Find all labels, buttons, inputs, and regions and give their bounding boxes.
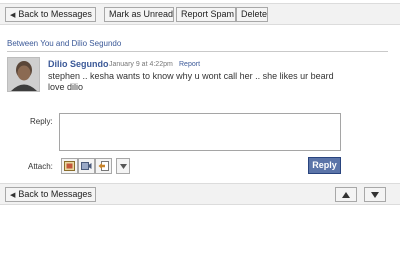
delete-button[interactable]: Delete [236, 7, 268, 22]
back-to-messages-button[interactable]: ◀ Back to Messages [5, 7, 96, 22]
reply-textarea[interactable] [59, 113, 341, 151]
avatar[interactable] [7, 57, 40, 92]
attach-label: Attach: [28, 162, 53, 171]
delete-label: Delete [241, 9, 268, 19]
report-spam-button[interactable]: Report Spam [176, 7, 236, 22]
attach-share-button[interactable] [95, 158, 112, 174]
left-triangle-icon: ◀ [10, 12, 16, 19]
bottom-toolbar: ◀ Back to Messages [0, 183, 400, 205]
message-text-line: love dilio [48, 82, 84, 92]
more-attachments-button[interactable] [116, 158, 130, 174]
thread-participants[interactable]: Between You and Dilio Segundo [7, 39, 121, 48]
message-date: January 9 at 4:22pm [109, 61, 173, 68]
mark-as-unread-label: Mark as Unread [109, 9, 174, 19]
report-spam-label: Report Spam [181, 9, 235, 19]
chevron-down-icon [119, 163, 127, 169]
attach-photo-button[interactable] [61, 158, 78, 174]
back-to-messages-label: Back to Messages [18, 9, 92, 19]
divider [7, 51, 388, 52]
left-triangle-icon: ◀ [10, 192, 16, 199]
message-text-line: stephen .. kesha wants to know why u won… [48, 71, 334, 81]
reply-button[interactable]: Reply [308, 157, 341, 174]
person-photo-icon [8, 58, 39, 91]
attach-video-button[interactable] [78, 158, 95, 174]
up-triangle-icon [342, 191, 350, 198]
down-triangle-icon [371, 191, 379, 198]
next-message-button[interactable] [364, 187, 386, 202]
top-toolbar: ◀ Back to Messages Mark as Unread Report … [0, 3, 400, 25]
photo-icon [64, 161, 75, 171]
reply-label: Reply: [30, 117, 53, 126]
previous-message-button[interactable] [335, 187, 357, 202]
sender-name[interactable]: Dilio Segundo [48, 59, 109, 69]
back-to-messages-button-bottom[interactable]: ◀ Back to Messages [5, 187, 96, 202]
video-icon [81, 162, 92, 170]
report-link[interactable]: Report [179, 61, 200, 68]
mark-as-unread-button[interactable]: Mark as Unread [104, 7, 174, 22]
share-icon [98, 161, 109, 171]
back-to-messages-label: Back to Messages [18, 189, 92, 199]
